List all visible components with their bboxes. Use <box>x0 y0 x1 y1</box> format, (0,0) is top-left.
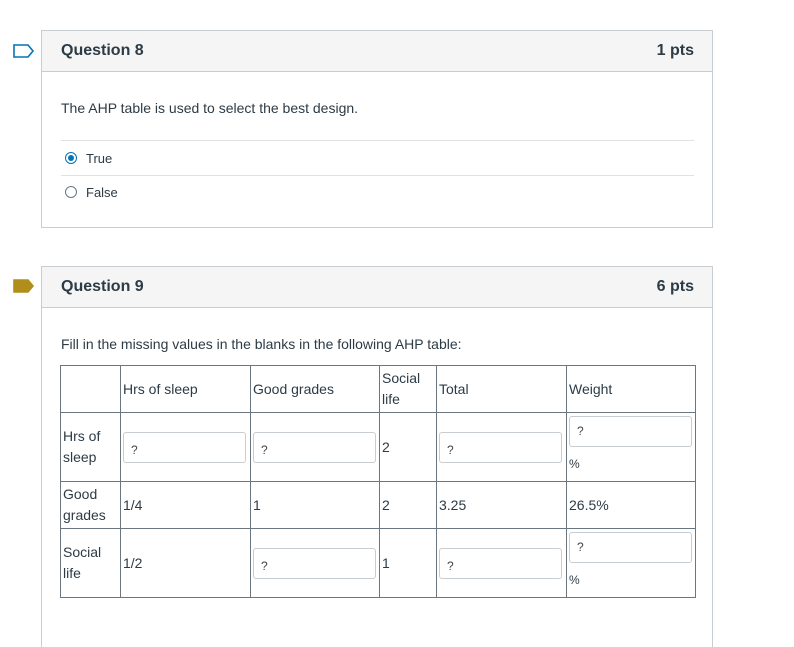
table-cell: ? <box>250 528 380 598</box>
table-cell: ? <box>436 412 567 482</box>
table-row: Good grades 1/4 1 2 3.25 26.5% <box>60 481 696 529</box>
table-cell: 1/2 <box>120 528 251 598</box>
question-title: Question 8 <box>61 42 144 59</box>
answer-true[interactable]: True <box>61 141 694 175</box>
table-cell: 2 <box>379 481 437 529</box>
blank-input[interactable]: ? <box>569 532 692 563</box>
row-label: Social life <box>60 528 121 598</box>
table-cell: 26.5% <box>566 481 696 529</box>
question-title: Question 9 <box>61 278 144 295</box>
ahp-table: Hrs of sleep Good grades Social life Tot… <box>60 365 696 598</box>
table-cell: ? <box>120 412 251 482</box>
table-cell: ? <box>436 528 567 598</box>
table-cell: 1 <box>250 481 380 529</box>
answer-label: True <box>86 150 113 166</box>
blank-input[interactable]: ? <box>439 547 562 579</box>
table-cell: ? % <box>566 412 696 482</box>
table-cell: 1 <box>379 528 437 598</box>
blank-input[interactable]: ? <box>439 431 562 463</box>
table-row: Hrs of sleep ? ? 2 ? ? % <box>60 412 696 482</box>
radio-selected-icon[interactable] <box>65 152 77 164</box>
table-header-row: Hrs of sleep Good grades Social life Tot… <box>60 365 696 413</box>
flag-filled-icon[interactable] <box>13 279 35 293</box>
table-header: Social life <box>379 365 437 413</box>
question-9: Question 9 6 pts Fill in the missing val… <box>41 266 713 647</box>
question-8-header: Question 8 1 pts <box>42 31 712 72</box>
question-text: Fill in the missing values in the blanks… <box>61 336 462 352</box>
table-header: Good grades <box>250 365 380 413</box>
table-header: Hrs of sleep <box>120 365 251 413</box>
percent-unit: % <box>569 573 580 587</box>
question-9-header: Question 9 6 pts <box>42 267 712 308</box>
row-label: Hrs of sleep <box>60 412 121 482</box>
answer-false[interactable]: False <box>61 175 694 209</box>
table-cell: 2 <box>379 412 437 482</box>
row-label: Good grades <box>60 481 121 529</box>
blank-input[interactable]: ? <box>253 547 376 579</box>
answer-label: False <box>86 184 118 200</box>
table-header: Weight <box>566 365 696 413</box>
table-header: Total <box>436 365 567 413</box>
table-header-empty <box>60 365 121 413</box>
table-row: Social life 1/2 ? 1 ? ? % <box>60 528 696 598</box>
blank-input[interactable]: ? <box>569 416 692 447</box>
radio-icon[interactable] <box>65 186 77 198</box>
table-cell: 3.25 <box>436 481 567 529</box>
blank-input[interactable]: ? <box>123 431 246 463</box>
table-cell: 1/4 <box>120 481 251 529</box>
question-text: The AHP table is used to select the best… <box>61 100 359 116</box>
question-8: Question 8 1 pts The AHP table is used t… <box>41 30 713 228</box>
table-cell: ? % <box>566 528 696 598</box>
question-points: 1 pts <box>656 42 694 59</box>
blank-input[interactable]: ? <box>253 431 376 463</box>
percent-unit: % <box>569 457 580 471</box>
table-cell: ? <box>250 412 380 482</box>
question-points: 6 pts <box>656 278 694 295</box>
flag-outline-icon[interactable] <box>13 44 35 58</box>
